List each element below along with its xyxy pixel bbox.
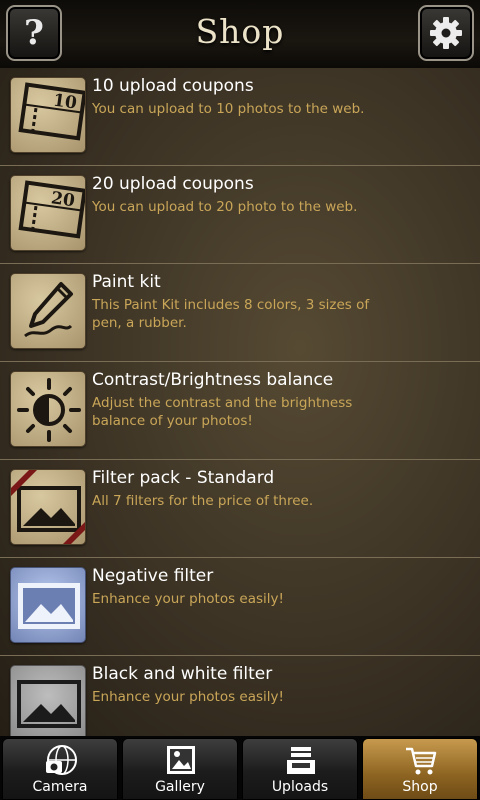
uploads-tray-icon xyxy=(287,747,315,774)
coupon-20-icon: 20 xyxy=(10,175,86,251)
item-description: Enhance your photos easily! xyxy=(92,591,284,607)
item-description: You can upload to 20 photo to the web. xyxy=(92,199,358,215)
coupon-20-badge: 20 xyxy=(50,188,76,211)
tab-shop-label: Shop xyxy=(402,779,438,795)
item-description: This Paint Kit includes 8 colors, 3 size… xyxy=(92,297,370,331)
bottom-tab-bar: Camera Gallery Uploads Shop xyxy=(0,736,480,800)
shop-item-filter-pack[interactable]: Filter pack - Standard All 7 filters for… xyxy=(0,460,480,558)
tab-gallery-label: Gallery xyxy=(155,779,205,795)
coupon-10-badge: 10 xyxy=(52,91,78,114)
tab-shop[interactable]: Shop xyxy=(362,738,478,800)
tab-camera-label: Camera xyxy=(32,779,88,795)
camera-icon xyxy=(46,745,77,775)
shop-item-negative-filter[interactable]: Negative filter Enhance your photos easi… xyxy=(0,558,480,656)
bw-filter-icon xyxy=(10,665,86,736)
settings-button[interactable] xyxy=(418,5,474,61)
gear-icon xyxy=(430,17,462,49)
item-title: Filter pack - Standard xyxy=(92,468,275,488)
item-description: All 7 filters for the price of three. xyxy=(92,493,314,509)
brightness-icon xyxy=(10,371,86,447)
tab-gallery[interactable]: Gallery xyxy=(122,738,238,800)
item-title: 20 upload coupons xyxy=(92,174,254,194)
tab-uploads[interactable]: Uploads xyxy=(242,738,358,800)
shop-item-10-coupons[interactable]: 10 10 upload coupons You can upload to 1… xyxy=(0,68,480,166)
shopping-cart-icon xyxy=(406,747,437,775)
gallery-icon xyxy=(167,746,195,774)
filter-pack-icon xyxy=(10,469,86,545)
tab-camera[interactable]: Camera xyxy=(2,738,118,800)
item-description: Enhance your photos easily! xyxy=(92,689,284,705)
pen-icon xyxy=(10,273,86,349)
item-title: Paint kit xyxy=(92,272,161,292)
negative-filter-icon xyxy=(10,567,86,643)
page-title: Shop xyxy=(195,12,285,51)
coupon-10-icon: 10 xyxy=(10,77,86,153)
item-description: You can upload to 10 photos to the web. xyxy=(92,101,365,117)
shop-item-bw-filter[interactable]: Black and white filter Enhance your phot… xyxy=(0,656,480,736)
shop-item-paint-kit[interactable]: Paint kit This Paint Kit includes 8 colo… xyxy=(0,264,480,362)
shop-item-20-coupons[interactable]: 20 20 upload coupons You can upload to 2… xyxy=(0,166,480,264)
shop-item-contrast-brightness[interactable]: Contrast/Brightness balance Adjust the c… xyxy=(0,362,480,460)
shop-item-list[interactable]: 10 10 upload coupons You can upload to 1… xyxy=(0,68,480,736)
item-title: 10 upload coupons xyxy=(92,76,254,96)
item-title: Contrast/Brightness balance xyxy=(92,370,334,390)
tab-uploads-label: Uploads xyxy=(271,779,329,795)
item-description: Adjust the contrast and the brightness b… xyxy=(92,395,353,429)
header-bar: ? Shop xyxy=(0,0,480,69)
item-title: Negative filter xyxy=(92,566,214,586)
item-title: Black and white filter xyxy=(92,664,273,684)
